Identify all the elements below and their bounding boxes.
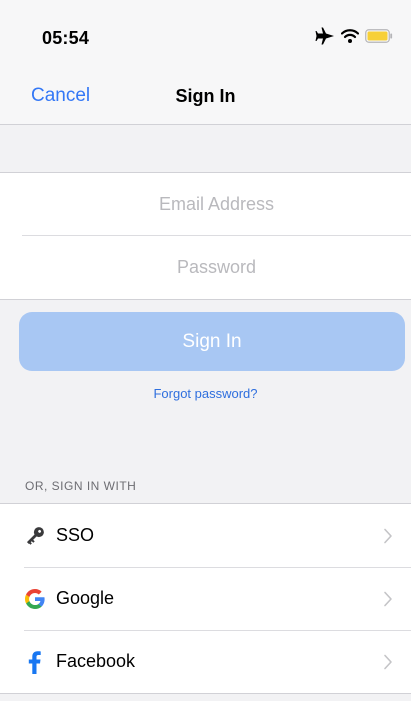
key-icon — [24, 525, 46, 547]
battery-icon — [365, 29, 393, 43]
facebook-icon — [24, 650, 46, 674]
status-time: 05:54 — [42, 28, 90, 48]
nav-bar: Cancel Sign In — [0, 74, 411, 125]
sign-in-button[interactable]: Sign In — [19, 312, 405, 371]
page-title: Sign In — [175, 86, 236, 106]
email-field[interactable] — [22, 173, 411, 235]
sso-label: SSO — [56, 525, 95, 545]
google-label: Google — [56, 588, 115, 608]
alt-sign-in-header: OR, SIGN IN WITH — [25, 479, 137, 493]
chevron-right-icon — [383, 654, 393, 670]
status-bar: 05:54 — [0, 0, 411, 74]
wifi-icon — [341, 28, 359, 44]
chevron-right-icon — [383, 528, 393, 544]
provider-list: SSO Google Facebook — [0, 503, 411, 694]
google-row[interactable]: Google — [0, 567, 411, 630]
sign-in-form — [0, 172, 411, 300]
status-icons — [315, 27, 393, 45]
chevron-right-icon — [383, 591, 393, 607]
facebook-label: Facebook — [56, 651, 136, 671]
facebook-row[interactable]: Facebook — [0, 630, 411, 693]
sso-row[interactable]: SSO — [0, 504, 411, 567]
google-icon — [24, 588, 46, 610]
airplane-icon — [315, 27, 335, 45]
password-field[interactable] — [22, 236, 411, 298]
forgot-password-link[interactable]: Forgot password? — [0, 386, 411, 401]
